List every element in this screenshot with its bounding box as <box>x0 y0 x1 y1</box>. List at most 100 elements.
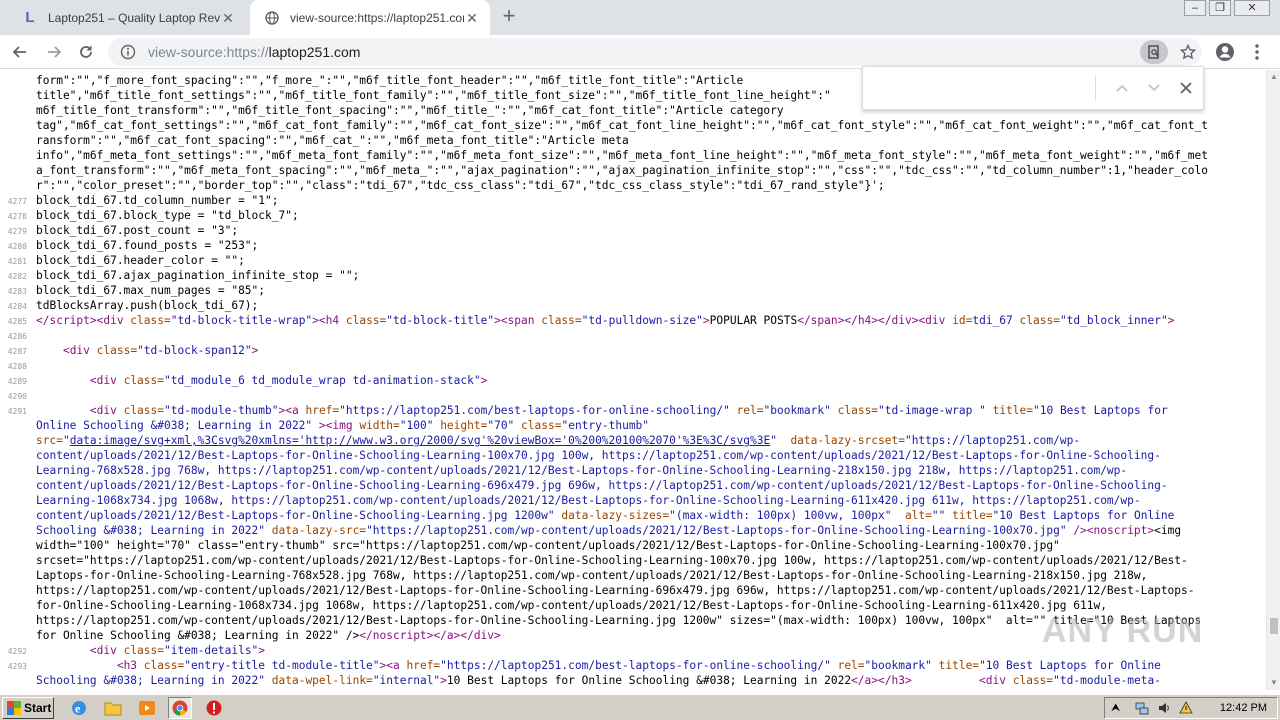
back-button[interactable] <box>8 40 32 64</box>
chevron-down-icon <box>1148 84 1160 92</box>
find-close-button[interactable] <box>1170 76 1202 100</box>
media-player-icon[interactable] <box>138 699 156 717</box>
source-code: https://laptop251.com/wp-content/uploads… <box>36 614 1202 627</box>
start-button[interactable]: Start <box>2 697 54 719</box>
source-code: width="100" height="70" class="entry-thu… <box>36 539 1060 552</box>
tab-close-icon[interactable]: ✕ <box>220 10 236 26</box>
antivirus-icon[interactable] <box>205 699 223 717</box>
tab-laptop251[interactable]: L Laptop251 – Quality Laptop Reviews ✕ <box>8 0 246 35</box>
chevron-up-icon <box>1116 84 1128 92</box>
find-input[interactable] <box>869 75 1095 101</box>
source-line: ransform":"","m6f_cat_font_spacing":"","… <box>0 133 1266 148</box>
internet-explorer-icon[interactable]: e <box>70 699 88 717</box>
line-number: 4293 <box>7 662 27 671</box>
close-window-button[interactable]: ✕ <box>1234 0 1270 16</box>
source-line: for-Online-Schooling-Learning-1068x734.j… <box>0 598 1266 613</box>
tab-title: Laptop251 – Quality Laptop Reviews <box>48 10 220 25</box>
source-view[interactable]: form":"","f_more_font_spacing":"","f_mor… <box>0 70 1266 690</box>
chrome-icon[interactable] <box>168 697 192 719</box>
source-code: for Online Schooling &#038; Learning in … <box>36 629 501 642</box>
reload-button[interactable] <box>74 40 98 64</box>
source-code: r":"","color_preset":"","border_top":"",… <box>36 179 885 192</box>
vertical-scrollbar[interactable]: ▲ ▼ <box>1266 70 1280 690</box>
source-code: tag","m6f_cat_font_settings":"","m6f_cat… <box>36 119 1208 132</box>
reload-icon <box>80 46 92 58</box>
source-line: srcset="https://laptop251.com/wp-content… <box>0 553 1266 568</box>
find-next-button[interactable] <box>1138 76 1170 100</box>
favicon-letter: L <box>25 9 35 26</box>
tray-expand-icon[interactable]: ⮝ <box>1111 702 1120 715</box>
source-code: </script><div class="td-block-title-wrap… <box>36 314 1175 327</box>
address-bar[interactable]: view-source:https://laptop251.com <box>108 38 1202 66</box>
line-number: 4279 <box>7 227 27 236</box>
line-number: 4292 <box>7 647 27 656</box>
network-icon[interactable] <box>1135 701 1149 720</box>
source-code: <div class="td-block-span12"> <box>62 344 259 357</box>
bookmark-star-icon[interactable] <box>1174 40 1202 64</box>
forward-button[interactable] <box>42 40 66 64</box>
tab-view-source[interactable]: view-source:https://laptop251.com ✕ <box>250 0 490 35</box>
browser-toolbar: view-source:https://laptop251.com <box>0 35 1280 69</box>
source-line: 4282 block_tdi_67.ajax_pagination_infinit… <box>0 268 1266 283</box>
info-icon[interactable] <box>120 44 136 60</box>
source-code: <div class="item-details"> <box>89 644 266 657</box>
source-code: block_tdi_67.max_num_pages = "85"; <box>36 284 266 297</box>
source-line: content/uploads/2021/12/Best-Laptops-for… <box>0 478 1266 493</box>
url-domain: laptop251.com <box>268 44 361 60</box>
source-line: 4285 </script><div class="td-block-title-… <box>0 313 1266 328</box>
restore-button[interactable]: ❐ <box>1209 0 1231 16</box>
source-line: tag","m6f_cat_font_settings":"","m6f_cat… <box>0 118 1266 133</box>
source-code: Learning-768x528.jpg 768w, https://lapto… <box>36 464 1128 477</box>
source-line: r":"","color_preset":"","border_top":"",… <box>0 178 1266 193</box>
minimize-button[interactable]: – <box>1184 0 1206 16</box>
source-line: 4293 <h3 class="entry-title td-module-ti… <box>0 658 1266 673</box>
line-number: 4282 <box>7 272 27 281</box>
line-number: 4290 <box>7 392 27 401</box>
source-line: Learning-768x528.jpg 768w, https://lapto… <box>0 463 1266 478</box>
source-code: content/uploads/2021/12/Best-Laptops-for… <box>36 479 1168 492</box>
source-code: a_font_transform":"","m6f_meta_font_spac… <box>36 164 1208 177</box>
scroll-down-arrow[interactable]: ▼ <box>1267 676 1280 690</box>
source-line: 4280 block_tdi_67.found_posts = "253"; <box>0 238 1266 253</box>
source-code: content/uploads/2021/12/Best-Laptops-for… <box>36 449 1161 462</box>
source-line: 4283 block_tdi_67.max_num_pages = "85"; <box>0 283 1266 298</box>
line-number: 4285 <box>7 317 27 326</box>
new-tab-button[interactable]: + <box>499 5 519 27</box>
folder-icon[interactable] <box>104 699 122 717</box>
line-number: 4287 <box>7 347 27 356</box>
source-line: https://laptop251.com/wp-content/uploads… <box>0 613 1266 628</box>
source-line: content/uploads/2021/12/Best-Laptops-for… <box>0 448 1266 463</box>
source-code: src="data:image/svg+xml,%3Csvg%20xmlns='… <box>36 434 1081 447</box>
source-code: ransform":"","m6f_cat_font_spacing":"","… <box>36 134 629 147</box>
source-line: Laptops-for-Online-Schooling-Learning-76… <box>0 568 1266 583</box>
line-number: 4284 <box>7 302 27 311</box>
source-code: for-Online-Schooling-Learning-1068x734.j… <box>36 599 1107 612</box>
line-number: 4283 <box>7 287 27 296</box>
source-line: 4284 tdBlocksArray.push(block_tdi_67); <box>0 298 1266 313</box>
source-code: Schooling &#038; Learning in 2022" data-… <box>36 674 1161 687</box>
action-center-icon[interactable] <box>1179 701 1193 720</box>
source-code: block_tdi_67.td_column_number = "1"; <box>36 194 279 207</box>
volume-icon[interactable] <box>1157 701 1171 720</box>
source-line: Learning-1068x734.jpg 1068w, https://lap… <box>0 493 1266 508</box>
scroll-thumb[interactable] <box>1270 618 1278 634</box>
close-icon <box>1180 82 1192 94</box>
source-line: src="data:image/svg+xml,%3Csvg%20xmlns='… <box>0 433 1266 448</box>
scroll-up-arrow[interactable]: ▲ <box>1267 70 1280 84</box>
find-in-page-icon[interactable] <box>1140 40 1168 64</box>
tab-close-icon[interactable]: ✕ <box>464 10 480 26</box>
url-text: view-source:https://laptop251.com <box>148 44 360 60</box>
source-line: for Online Schooling &#038; Learning in … <box>0 628 1266 643</box>
source-code: block_tdi_67.found_posts = "253"; <box>36 239 259 252</box>
source-line: 4288 <box>0 358 1266 373</box>
profile-avatar[interactable] <box>1213 40 1237 64</box>
svg-text:e: e <box>75 702 81 716</box>
find-previous-button[interactable] <box>1106 76 1138 100</box>
menu-button[interactable] <box>1245 40 1269 64</box>
back-arrow-icon <box>12 46 26 58</box>
source-line: 4291 <div class="td-module-thumb"><a hre… <box>0 403 1266 418</box>
source-code: Learning-1068x734.jpg 1068w, https://lap… <box>36 494 1141 507</box>
line-number: 4281 <box>7 257 27 266</box>
source-line: Schooling &#038; Learning in 2022" data-… <box>0 673 1266 688</box>
forward-arrow-icon <box>48 46 62 58</box>
